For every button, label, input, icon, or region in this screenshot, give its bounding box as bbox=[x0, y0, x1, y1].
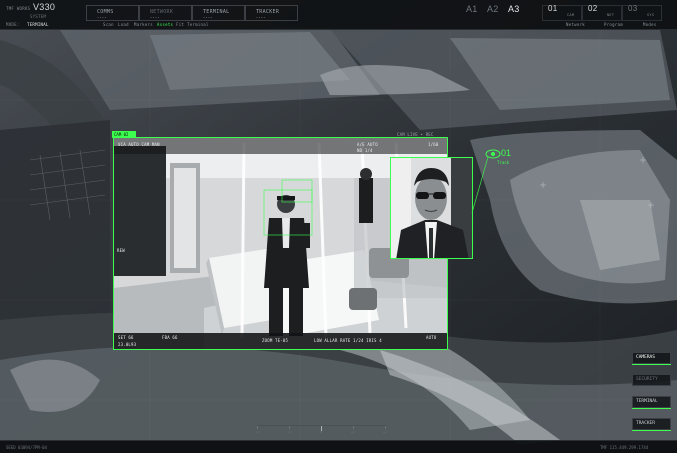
feed-overlay-code: 23.0L93 bbox=[118, 342, 137, 347]
nav-network-label: NETWORK bbox=[150, 9, 174, 15]
nav-terminal-sub: •••• bbox=[203, 16, 213, 20]
bottom-status-bar: SEED 03094/7PM-04 TMF 115.449.299.1744 bbox=[0, 440, 677, 453]
cam-02-toggle[interactable]: 02 NET bbox=[582, 4, 622, 21]
side-btn-terminal-label: TERMINAL bbox=[636, 399, 658, 404]
side-btn-security[interactable]: SECURITY bbox=[632, 374, 671, 386]
link-modes[interactable]: Modes bbox=[643, 22, 657, 27]
status-right: TMF 115.449.299.1744 bbox=[600, 445, 649, 450]
tracker-connector-line bbox=[471, 156, 489, 214]
link-program[interactable]: Program bbox=[604, 22, 623, 27]
feed-overlay-zoom: ZOOM TE-05 bbox=[262, 338, 289, 343]
feed-overlay-set: SET 66 bbox=[118, 335, 134, 340]
subnav-assets[interactable]: Assets bbox=[157, 22, 173, 27]
nav-comms[interactable]: COMMS •••• bbox=[86, 5, 139, 21]
nav-network-sub: •••• bbox=[150, 16, 160, 20]
timeline-scrubber[interactable]: -2 -1 0 +1 +2 bbox=[255, 425, 387, 435]
nav-comms-sub: •••• bbox=[97, 16, 107, 20]
feed-overlay-shutter: 1/60 bbox=[428, 142, 439, 147]
nav-terminal-label: TERMINAL bbox=[203, 9, 230, 15]
nav-tracker-sub: •••• bbox=[256, 16, 266, 20]
timeline-label: 0 bbox=[320, 430, 322, 434]
cam-02-tag: NET bbox=[607, 13, 615, 17]
cam-01-num: 01 bbox=[548, 4, 558, 13]
side-btn-terminal-accent bbox=[632, 408, 671, 409]
brand-sub: SYSTEM bbox=[30, 14, 47, 19]
status-left: SEED 03094/7PM-04 bbox=[6, 445, 47, 450]
timeline-tick bbox=[257, 426, 258, 429]
timeline-tick bbox=[385, 426, 386, 429]
nav-comms-label: COMMS bbox=[97, 9, 114, 15]
feed-overlay-ae: A/E AUTO bbox=[357, 142, 378, 147]
timeline-label: +2 bbox=[383, 430, 387, 434]
area-a2[interactable]: A2 bbox=[487, 4, 499, 14]
timeline-label: +1 bbox=[351, 430, 355, 434]
cam-03-tag: SYS bbox=[647, 13, 655, 17]
side-btn-tracker-accent bbox=[632, 430, 671, 431]
side-btn-cameras-label: CAMERAS bbox=[636, 355, 655, 360]
timeline-tick bbox=[353, 426, 354, 429]
feed-overlay-top-left: VCA AUTO CAM MAN bbox=[118, 142, 160, 147]
cam-03-toggle[interactable]: 03 SYS bbox=[622, 4, 662, 21]
feed-overlay-auto: AUTO bbox=[426, 335, 437, 340]
nav-terminal[interactable]: TERMINAL •••• bbox=[192, 5, 245, 21]
brand-label: TMF WORKS bbox=[6, 6, 31, 11]
subnav-markers[interactable]: Markers bbox=[134, 22, 153, 27]
top-hud-bar: TMF WORKS V330 SYSTEM MODE: TERMINAL COM… bbox=[0, 0, 677, 30]
timeline-label: -2 bbox=[255, 430, 259, 434]
nav-tracker-label: TRACKER bbox=[256, 9, 280, 15]
side-btn-tracker[interactable]: TRACKER bbox=[632, 418, 671, 430]
face-closeup-illustration bbox=[391, 158, 472, 258]
subnav-load[interactable]: Load bbox=[118, 22, 129, 27]
mode-label: MODE: bbox=[6, 22, 20, 27]
side-btn-security-label: SECURITY bbox=[636, 377, 658, 382]
side-btn-tracker-label: TRACKER bbox=[636, 421, 655, 426]
cam-01-tag: CAM bbox=[567, 13, 575, 17]
side-btn-cameras-accent bbox=[632, 364, 671, 365]
tracker-label: Track bbox=[497, 160, 510, 165]
feed-overlay-fba: FBA 66 bbox=[162, 335, 178, 340]
tracker-number: 01 bbox=[501, 148, 512, 158]
area-a1[interactable]: A1 bbox=[466, 4, 478, 14]
side-btn-cameras[interactable]: CAMERAS bbox=[632, 352, 671, 364]
nav-tracker[interactable]: TRACKER •••• bbox=[245, 5, 298, 21]
cam-01-toggle[interactable]: 01 CAM bbox=[542, 4, 582, 21]
subnav-scan[interactable]: Scan bbox=[103, 22, 114, 27]
timeline-label: -1 bbox=[287, 430, 291, 434]
timeline-tick bbox=[289, 426, 290, 429]
feed-overlay-nd: ND 1/4 bbox=[357, 148, 373, 153]
feed-overlay-rew: REW bbox=[117, 248, 125, 253]
feed-header-right: CAM LIVE • REC bbox=[397, 132, 434, 137]
cam-03-num: 03 bbox=[628, 4, 638, 13]
mode-value: TERMINAL bbox=[27, 22, 49, 27]
side-btn-terminal[interactable]: TERMINAL bbox=[632, 396, 671, 408]
cam-02-num: 02 bbox=[588, 4, 598, 13]
face-zoom-inset[interactable] bbox=[390, 157, 473, 259]
subnav-terminal[interactable]: Terminal bbox=[187, 22, 209, 27]
nav-network[interactable]: NETWORK •••• bbox=[139, 5, 192, 21]
area-a3[interactable]: A3 bbox=[508, 4, 520, 14]
feed-overlay-params: LOW ALLAR RATE 1/24 IRIS 4 bbox=[314, 338, 382, 343]
subnav-fit[interactable]: Fit bbox=[176, 22, 184, 27]
app-version: V330 bbox=[33, 2, 56, 12]
link-network[interactable]: Network bbox=[566, 22, 585, 27]
